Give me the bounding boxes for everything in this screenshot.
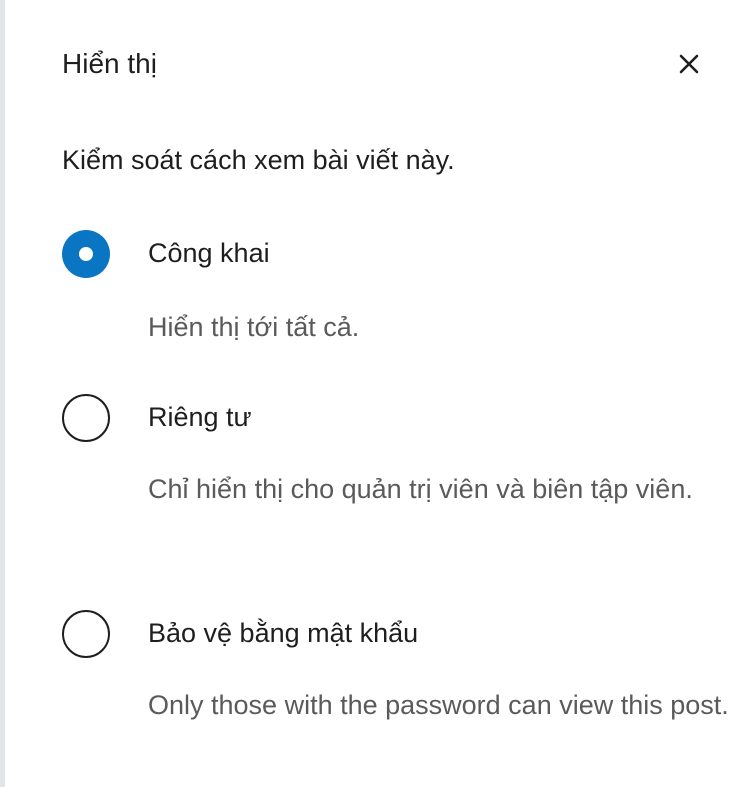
option-help-password: Only those with the password can view th… (148, 690, 729, 720)
close-button[interactable] (667, 42, 711, 86)
option-help-private: Chỉ hiển thị cho quản trị viên và biên t… (148, 474, 693, 504)
radio-password[interactable] (62, 610, 110, 658)
option-label-private[interactable]: Riêng tư (148, 399, 252, 435)
option-label-public[interactable]: Công khai (148, 235, 270, 271)
popover-description: Kiểm soát cách xem bài viết này. (62, 145, 455, 175)
option-help-public: Hiển thị tới tất cả. (148, 312, 360, 342)
radio-private[interactable] (62, 394, 110, 442)
panel-divider (0, 0, 5, 787)
popover-header: Hiển thị (62, 40, 722, 90)
option-label-password[interactable]: Bảo vệ bằng mật khẩu (148, 615, 418, 651)
radio-selected-dot (79, 247, 93, 261)
close-icon (679, 54, 699, 74)
popover-title: Hiển thị (62, 48, 157, 79)
radio-public[interactable] (62, 230, 110, 278)
visibility-popover: Hiển thị Kiểm soát cách xem bài viết này… (0, 0, 753, 787)
